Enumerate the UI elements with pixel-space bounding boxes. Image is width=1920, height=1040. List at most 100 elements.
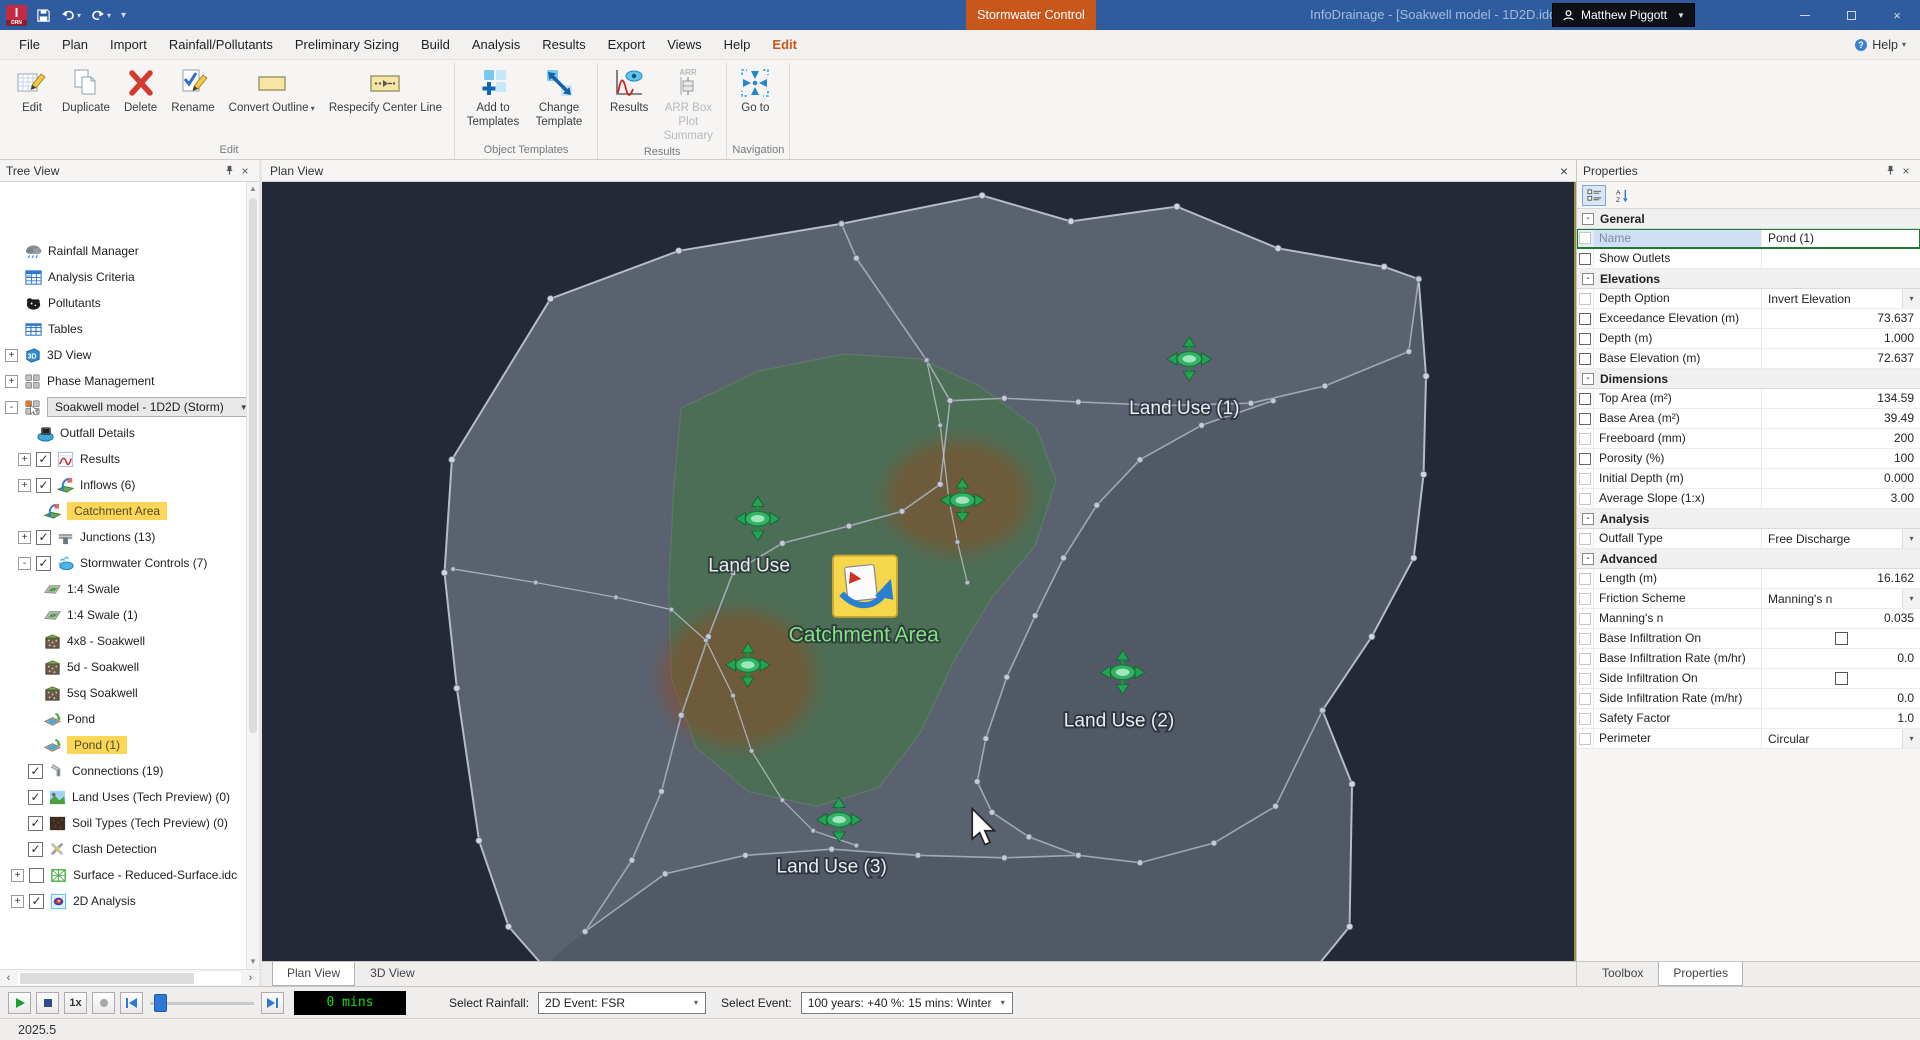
add-to-templates-button[interactable]: Add to Templates (460, 63, 526, 132)
menu-item-export[interactable]: Export (597, 31, 657, 58)
collapse-icon[interactable]: - (5, 401, 18, 414)
tree-item-5sq-soakwell[interactable]: 5sq Soakwell (0, 680, 259, 706)
close-button[interactable]: × (1874, 0, 1920, 30)
flag-checkbox[interactable] (1579, 533, 1591, 545)
tree-item-2d-analysis[interactable]: +2D Analysis (0, 888, 259, 914)
prop-section-analysis[interactable]: -Analysis (1577, 509, 1920, 529)
flag-checkbox[interactable] (1579, 453, 1591, 465)
minimize-button[interactable] (1782, 0, 1828, 30)
flag-checkbox[interactable] (1579, 593, 1591, 605)
prop-row-freeboard-mm[interactable]: Freeboard (mm)200 (1577, 429, 1920, 449)
expand-icon[interactable]: + (18, 479, 31, 492)
prop-value[interactable]: 3.00 (1762, 489, 1920, 508)
sort-alphabetical-button[interactable]: AZ (1610, 185, 1634, 206)
tree-item-surface-reduced-surface-idc[interactable]: +Surface - Reduced-Surface.idc (0, 862, 259, 888)
view-tab-3d-view[interactable]: 3D View (355, 962, 429, 986)
prop-value[interactable]: 100 (1762, 449, 1920, 468)
prop-row-name[interactable]: NamePond (1) (1577, 229, 1920, 249)
play-button[interactable] (8, 992, 31, 1014)
scroll-up-icon[interactable]: ▲ (247, 182, 259, 196)
scrollbar-thumb[interactable] (249, 198, 257, 733)
tree-item-land-uses-tech-preview-0[interactable]: Land Uses (Tech Preview) (0) (0, 784, 259, 810)
expand-icon[interactable]: + (5, 375, 18, 388)
rename-button[interactable]: Rename (164, 63, 221, 118)
expand-icon[interactable]: + (18, 453, 31, 466)
save-button[interactable] (36, 8, 51, 23)
visibility-checkbox[interactable] (36, 530, 51, 545)
prop-section-general[interactable]: -General (1577, 209, 1920, 229)
prop-value[interactable]: 0.0 (1762, 649, 1920, 668)
collapse-icon[interactable]: - (1582, 273, 1594, 285)
flag-checkbox[interactable] (1579, 713, 1591, 725)
customize-toolbar-button[interactable]: ▾ (120, 10, 126, 21)
edit-button[interactable]: Edit (9, 63, 55, 118)
menu-item-plan[interactable]: Plan (51, 31, 99, 58)
prop-row-exceedance-elevation-m[interactable]: Exceedance Elevation (m)73.637 (1577, 309, 1920, 329)
menu-item-results[interactable]: Results (531, 31, 596, 58)
expand-icon[interactable]: + (5, 349, 18, 362)
visibility-checkbox[interactable] (28, 842, 43, 857)
delete-button[interactable]: Delete (117, 63, 164, 118)
tree-item-rainfall-manager[interactable]: Rainfall Manager (0, 238, 259, 264)
panel-tab-properties[interactable]: Properties (1658, 962, 1743, 986)
redo-button[interactable]: ▾ (90, 7, 111, 23)
expand-icon[interactable]: + (11, 895, 24, 908)
flag-checkbox[interactable] (1579, 653, 1591, 665)
tree-item-pond[interactable]: Pond (0, 706, 259, 732)
prop-row-safety-factor[interactable]: Safety Factor1.0 (1577, 709, 1920, 729)
collapse-icon[interactable]: - (18, 557, 31, 570)
scroll-down-icon[interactable]: ▼ (247, 955, 259, 969)
menu-item-edit[interactable]: Edit (761, 31, 808, 58)
view-tab-plan-view[interactable]: Plan View (272, 962, 355, 986)
prop-section-elevations[interactable]: -Elevations (1577, 269, 1920, 289)
close-icon[interactable]: × (1898, 163, 1914, 179)
tree-item-1-4-swale-1[interactable]: 1:4 Swale (1) (0, 602, 259, 628)
flag-checkbox[interactable] (1579, 353, 1591, 365)
flag-checkbox[interactable] (1579, 733, 1591, 745)
close-icon[interactable]: × (1560, 163, 1568, 179)
tree-item-phase-management[interactable]: +Phase Management (0, 368, 259, 394)
collapse-icon[interactable]: - (1582, 213, 1594, 225)
chevron-down-icon[interactable]: ▾ (1902, 589, 1920, 608)
skip-to-start-button[interactable] (120, 992, 143, 1014)
flag-checkbox[interactable] (1579, 413, 1591, 425)
prop-value[interactable]: 200 (1762, 429, 1920, 448)
respecify-center-line-button[interactable]: Respecify Center Line (322, 63, 449, 118)
prop-row-base-area-m[interactable]: Base Area (m²)39.49 (1577, 409, 1920, 429)
prop-row-side-infiltration-on[interactable]: Side Infiltration On (1577, 669, 1920, 689)
flag-checkbox[interactable] (1579, 253, 1591, 265)
collapse-icon[interactable]: - (1582, 553, 1594, 565)
visibility-checkbox[interactable] (28, 790, 43, 805)
go-to-button[interactable]: Go to (732, 63, 778, 118)
flag-checkbox[interactable] (1579, 473, 1591, 485)
prop-row-manning-s-n[interactable]: Manning's n0.035 (1577, 609, 1920, 629)
tree-item-tables[interactable]: Tables (0, 316, 259, 342)
menu-item-file[interactable]: File (8, 31, 51, 58)
prop-row-porosity[interactable]: Porosity (%)100 (1577, 449, 1920, 469)
visibility-checkbox[interactable] (36, 452, 51, 467)
prop-value[interactable]: 39.49 (1762, 409, 1920, 428)
prop-row-base-infiltration-on[interactable]: Base Infiltration On (1577, 629, 1920, 649)
tree-item-junctions-13[interactable]: +Junctions (13) (0, 524, 259, 550)
flag-checkbox[interactable] (1579, 433, 1591, 445)
tree-item-clash-detection[interactable]: Clash Detection (0, 836, 259, 862)
tree-item-results[interactable]: +Results (0, 446, 259, 472)
flag-checkbox[interactable] (1579, 393, 1591, 405)
visibility-checkbox[interactable] (36, 478, 51, 493)
tree-horizontal-scrollbar[interactable]: ‹ › (0, 969, 259, 986)
change-template-button[interactable]: Change Template (526, 63, 592, 132)
visibility-checkbox[interactable] (28, 764, 43, 779)
panel-tab-toolbox[interactable]: Toolbox (1587, 962, 1658, 986)
tree-item-soil-types-tech-preview-0[interactable]: Soil Types (Tech Preview) (0) (0, 810, 259, 836)
chevron-down-icon[interactable]: ▾ (1902, 289, 1920, 308)
skip-to-end-button[interactable] (261, 992, 284, 1014)
prop-row-side-infiltration-rate-m-hr[interactable]: Side Infiltration Rate (m/hr)0.0 (1577, 689, 1920, 709)
help-menu[interactable]: ? Help ▾ (1854, 38, 1920, 52)
categorized-view-button[interactable] (1582, 185, 1606, 206)
tree-item-4x8-soakwell[interactable]: 4x8 - Soakwell (0, 628, 259, 654)
stop-button[interactable] (36, 992, 59, 1014)
slider-thumb[interactable] (154, 994, 167, 1012)
value-checkbox[interactable] (1835, 632, 1848, 645)
flag-checkbox[interactable] (1579, 573, 1591, 585)
chevron-down-icon[interactable]: ▾ (1902, 729, 1920, 748)
